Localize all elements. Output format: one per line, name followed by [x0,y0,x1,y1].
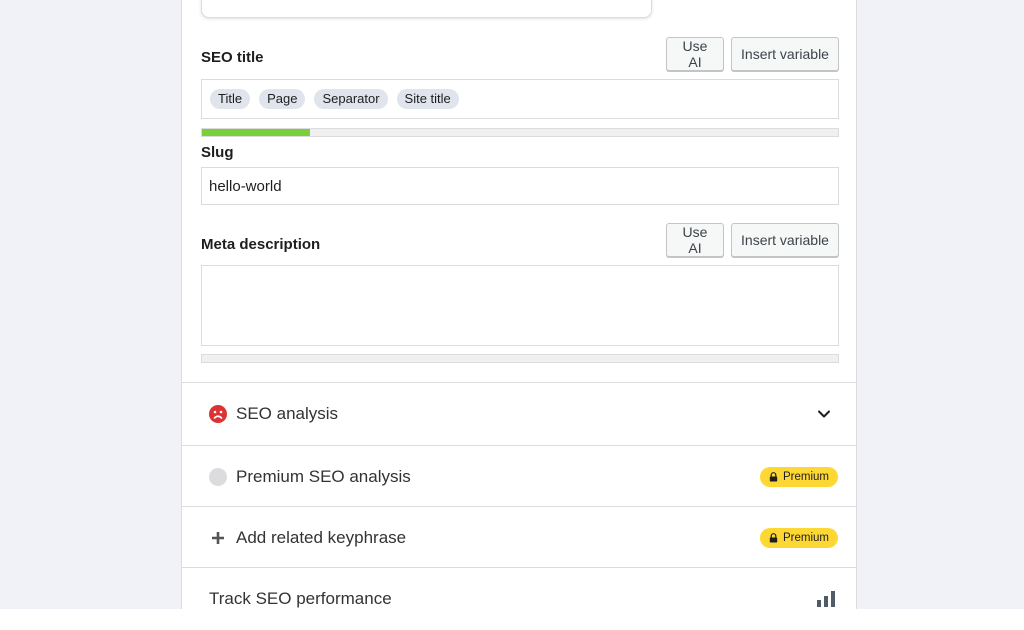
premium-badge: Premium [759,528,838,548]
slug-label: Slug [201,144,234,161]
meta-description-progress-bar [201,354,839,363]
meta-description-use-ai-button[interactable]: Use AI [666,223,724,257]
premium-seo-analysis-section[interactable]: Premium SEO analysis Premium [182,445,856,507]
slug-input[interactable] [201,167,839,205]
premium-badge-label: Premium [782,532,829,544]
variable-pill-site-title[interactable]: Site title [396,89,459,109]
seo-title-label: SEO title [201,49,264,66]
seo-title-progress-bar [201,128,839,137]
meta-description-label: Meta description [201,236,321,253]
variable-pill-separator[interactable]: Separator [314,89,388,109]
bottom-strip [0,609,1024,630]
chevron-down-icon[interactable] [816,406,832,422]
premium-seo-analysis-label: Premium SEO analysis [236,466,411,486]
neutral-status-icon [209,467,227,486]
track-seo-performance-label: Track SEO performance [209,588,392,608]
editor-viewport: SEO title Use AI Insert variable Title P… [0,0,1024,609]
seo-analysis-label: SEO analysis [236,403,339,423]
track-seo-performance-section[interactable]: Track SEO performance [182,567,856,609]
premium-badge: Premium [759,467,838,487]
lock-icon [769,472,778,482]
previous-field-box[interactable] [201,0,652,18]
plus-icon [209,529,227,547]
variable-pill-page[interactable]: Page [259,89,306,109]
lock-icon [769,533,778,543]
add-related-keyphrase-section[interactable]: Add related keyphrase Premium [182,506,856,568]
add-related-keyphrase-label: Add related keyphrase [236,527,407,547]
seo-panel: SEO title Use AI Insert variable Title P… [181,0,857,609]
seo-title-use-ai-button[interactable]: Use AI [666,37,724,71]
meta-description-textarea[interactable] [201,265,839,346]
seo-title-progress-fill [202,129,311,136]
variable-pill-title[interactable]: Title [210,89,251,109]
seo-title-input[interactable]: Title Page Separator Site title [201,79,839,119]
seo-title-insert-variable-button[interactable]: Insert variable [731,37,839,71]
sad-face-icon [209,404,227,423]
meta-description-insert-variable-button[interactable]: Insert variable [731,223,839,257]
seo-analysis-section[interactable]: SEO analysis [182,382,856,444]
bar-chart-icon [817,591,835,607]
premium-badge-label: Premium [782,471,829,483]
